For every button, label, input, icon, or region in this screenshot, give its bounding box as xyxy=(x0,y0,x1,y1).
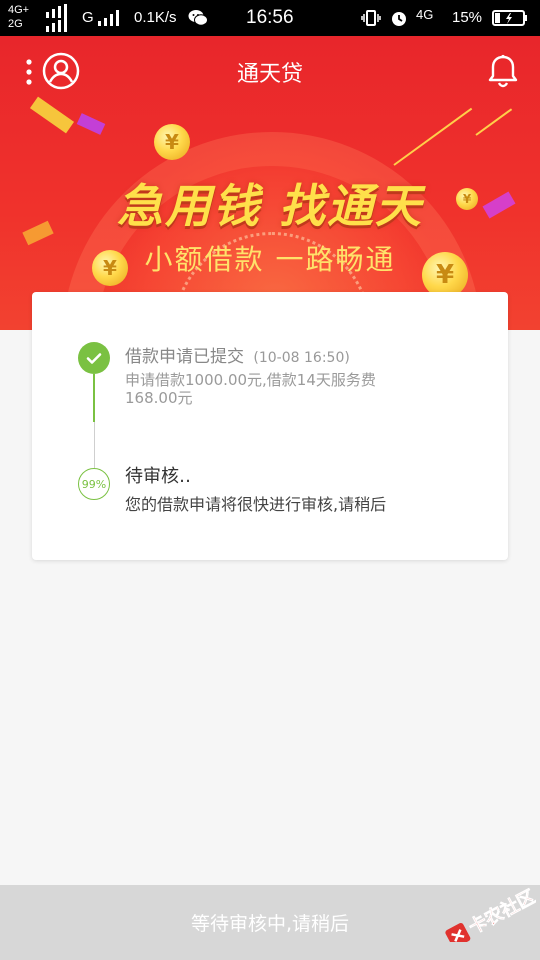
svg-text:卡农社区: 卡农社区 xyxy=(465,886,536,939)
step-submitted-time: (10-08 16:50) xyxy=(253,350,350,366)
step-submitted-title: 借款申请已提交 (10-08 16:50) xyxy=(125,342,350,367)
banner-slogan-main: 急用钱 找通天 xyxy=(116,179,423,233)
network-type-indicator: 4G+ 2G xyxy=(8,3,36,31)
app-screen: 4G+ 2G G 0.1K/s 16:56 4G 15% ¥ ¥ ¥ ¥ 急用钱… xyxy=(0,0,540,960)
loan-status-card: 借款申请已提交 (10-08 16:50) 申请借款1000.00元,借款14天… xyxy=(32,292,508,560)
timeline-line-pending xyxy=(94,422,95,468)
confetti-decoration xyxy=(76,113,106,135)
page-title: 通天贷 xyxy=(236,62,303,87)
sparkle-line-decoration xyxy=(393,107,473,166)
step-review-description: 您的借款申请将很快进行审核,请稍后 xyxy=(125,495,387,514)
status-bar: 4G+ 2G G 0.1K/s 16:56 4G 15% xyxy=(0,0,540,36)
review-progress-badge: 99% xyxy=(78,468,110,500)
network-speed: 0.1K/s xyxy=(134,9,177,26)
title-bar: 通天贷 xyxy=(0,36,540,106)
battery-icon xyxy=(492,10,527,26)
sparkle-line-decoration xyxy=(475,108,513,136)
network-type-bottom: 2G xyxy=(8,18,23,30)
network-g-label: G xyxy=(82,9,94,26)
battery-percent: 15% xyxy=(452,9,483,26)
step-submitted-description: 申请借款1000.00元,借款14天服务费168.00元 xyxy=(125,371,376,407)
wechat-icon xyxy=(188,10,208,26)
timeline-line-completed xyxy=(93,374,95,422)
coin-icon: ¥ xyxy=(154,124,190,160)
step-review-title: 待审核‥ xyxy=(125,466,192,487)
alarm-icon xyxy=(392,12,406,26)
network-type-top: 4G+ xyxy=(8,4,30,16)
notification-bell-icon[interactable] xyxy=(487,54,519,88)
network-type-right: 4G xyxy=(416,7,434,22)
vibrate-icon xyxy=(361,10,381,26)
clock: 16:56 xyxy=(246,7,294,28)
check-success-icon xyxy=(78,342,110,374)
banner-slogan-sub: 小额借款 一路畅通 xyxy=(144,243,396,276)
watermark-logo: 卡农社区 xyxy=(445,886,536,942)
step-submitted-label: 借款申请已提交 xyxy=(125,347,244,367)
